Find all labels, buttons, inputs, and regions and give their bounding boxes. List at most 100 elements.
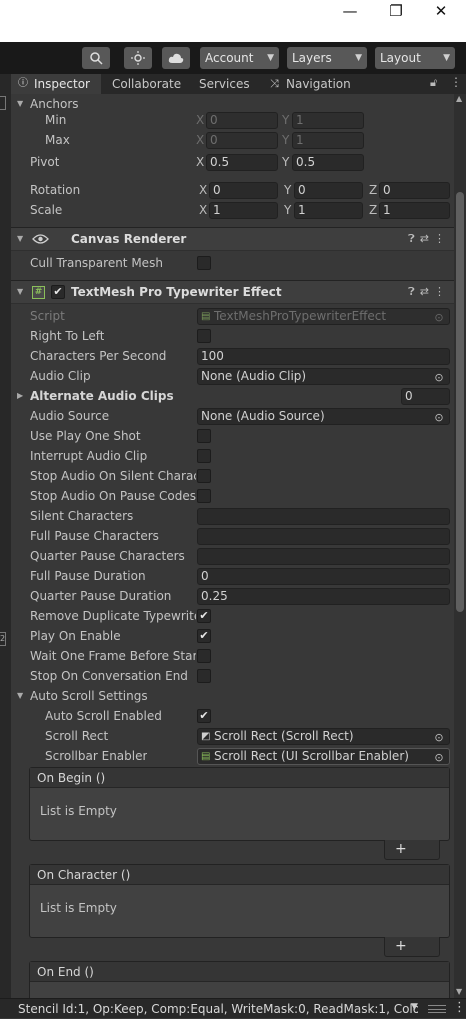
search-icon[interactable] [82,47,110,69]
scale-x-field[interactable]: 1 [209,202,278,219]
scroll-rect-field[interactable]: ◩ Scroll Rect (Scroll Rect) ⊙ [197,728,450,745]
audio-clip-label: Audio Clip [30,369,91,383]
alternate-audio-clips-label: Alternate Audio Clips [30,389,174,403]
scrollbar-thumb[interactable] [456,192,464,612]
anchor-min-x-field[interactable]: 0 [206,112,278,129]
help-icon[interactable]: ❓︎ [408,232,420,245]
cull-transparent-mesh-checkbox[interactable] [197,256,211,270]
presets-icon[interactable]: ⇄ [420,232,434,245]
stop-audio-silent-checkbox[interactable] [197,469,211,483]
wait-one-frame-checkbox[interactable] [197,649,211,663]
alternate-audio-clips-row[interactable]: ▶ Alternate Audio Clips 0 [11,386,454,406]
on-end-event: On End () [29,961,450,998]
cloud-icon[interactable] [162,47,190,69]
drag-handle-icon[interactable] [428,1005,446,1013]
quarter-pause-duration-field[interactable]: 0.25 [197,588,450,605]
right-to-left-row: Right To Left [11,326,454,346]
tab-inspector[interactable]: ⓘ Inspector [11,74,101,94]
play-on-enable-checkbox[interactable]: ✔ [197,629,211,643]
chevron-down-icon[interactable]: ▼ [411,1002,418,1012]
help-icon[interactable]: ❓︎ [408,285,420,298]
right-to-left-checkbox[interactable] [197,329,211,343]
scrollbar-enabler-field[interactable]: ▤ Scroll Rect (UI Scrollbar Enabler) ⊙ [197,748,450,765]
component-enabled-checkbox[interactable]: ✔ [51,285,65,299]
scale-row: Scale X 1 Y 1 Z 1 [11,200,454,220]
scroll-rect-label: Scroll Rect [45,729,109,743]
anchor-max-x-field[interactable]: 0 [206,132,278,149]
scale-z-field[interactable]: 1 [379,202,450,219]
add-button[interactable]: + [395,938,421,954]
anchor-min-y-field[interactable]: 1 [292,112,364,129]
anchor-max-y-field[interactable]: 1 [292,132,364,149]
stop-audio-pause-checkbox[interactable] [197,489,211,503]
scroll-up-icon[interactable]: ▲ [456,94,462,103]
scroll-rect-icon: ◩ [201,731,211,742]
object-picker-icon: ⊙ [434,311,444,324]
object-picker-icon[interactable]: ⊙ [431,750,447,764]
more-menu-icon[interactable]: ⋮ [450,75,462,89]
tab-collaborate[interactable]: Collaborate [112,74,192,94]
remove-duplicate-checkbox[interactable]: ✔ [197,609,211,623]
rotation-label: Rotation [30,183,81,197]
foldout-closed-icon[interactable]: ▶ [17,386,23,406]
interrupt-audio-clip-checkbox[interactable] [197,449,211,463]
stop-audio-silent-label: Stop Audio On Silent Characters [30,469,196,483]
context-menu-icon[interactable]: ⋮ [434,232,450,245]
scale-y-field[interactable]: 1 [294,202,363,219]
full-pause-characters-field[interactable] [197,528,450,545]
foldout-open-icon[interactable]: ▼ [17,686,23,706]
anchor-max-row: Max X 0 Y 1 [11,130,454,150]
stop-on-conversation-end-checkbox[interactable] [197,669,211,683]
use-play-one-shot-checkbox[interactable] [197,429,211,443]
object-picker-icon[interactable]: ⊙ [431,370,447,384]
audio-clip-value: None (Audio Clip) [201,369,307,383]
layout-dropdown[interactable]: Layout ▼ [375,47,455,69]
status-bar: Stencil Id:1, Op:Keep, Comp:Equal, Write… [0,998,466,1018]
characters-per-second-field[interactable]: 100 [197,348,450,365]
add-button[interactable]: + [395,841,421,857]
on-begin-title: On Begin () [30,768,449,788]
audio-source-field[interactable]: None (Audio Source) ⊙ [197,408,450,425]
auto-scroll-settings-row[interactable]: ▼ Auto Scroll Settings [11,686,454,706]
rotation-y-field[interactable]: 0 [294,182,363,199]
audio-clip-field[interactable]: None (Audio Clip) ⊙ [197,368,450,385]
foldout-open-icon[interactable]: ▼ [17,228,23,250]
full-pause-duration-field[interactable]: 0 [197,568,450,585]
restore-button[interactable]: ❐ [381,3,411,19]
quarter-pause-duration-row: Quarter Pause Duration 0.25 [11,586,454,606]
axis-x-label: X [199,183,208,197]
typewriter-effect-header[interactable]: ▼ # ✔ TextMesh Pro Typewriter Effect ❓︎⇄… [11,280,454,304]
cull-transparent-mesh-label: Cull Transparent Mesh [30,256,163,270]
minimize-button[interactable]: — [335,3,365,19]
silent-characters-field[interactable] [197,508,450,525]
lighting-icon[interactable] [124,47,152,69]
pivot-x-field[interactable]: 0.5 [206,154,278,171]
account-dropdown[interactable]: Account ▼ [200,47,279,69]
rotation-x-field[interactable]: 0 [209,182,278,199]
canvas-renderer-header[interactable]: ▼ Canvas Renderer ❓︎⇄⋮ [11,227,454,251]
object-picker-icon[interactable]: ⊙ [431,730,447,744]
axis-y-label: Y [282,133,290,147]
auto-scroll-enabled-row: Auto Scroll Enabled ✔ [11,706,454,726]
alternate-audio-clips-count[interactable]: 0 [401,388,450,405]
foldout-open-icon[interactable]: ▼ [17,281,23,303]
tab-navigation[interactable]: ⤨ Navigation [270,74,360,94]
script-value: TextMeshProTypewriterEffect [214,309,387,323]
close-button[interactable]: ✕ [426,3,456,19]
max-label: Max [45,133,70,147]
presets-icon[interactable]: ⇄ [420,285,434,298]
auto-scroll-enabled-checkbox[interactable]: ✔ [197,709,211,723]
tab-services[interactable]: Services [199,74,259,94]
axis-z-label: Z [369,203,378,217]
layers-dropdown[interactable]: Layers ▼ [287,47,367,69]
lock-icon[interactable]: 🔓︎ [430,76,437,90]
pivot-y-field[interactable]: 0.5 [292,154,364,171]
scroll-down-icon[interactable]: ▼ [456,987,462,996]
context-menu-icon[interactable]: ⋮ [434,285,450,298]
on-character-event: On Character () List is Empty [29,864,450,938]
quarter-pause-characters-field[interactable] [197,548,450,565]
rotation-z-field[interactable]: 0 [379,182,450,199]
more-menu-icon[interactable]: ⋮ [453,1000,466,1015]
object-picker-icon[interactable]: ⊙ [431,410,447,424]
layers-label: Layers [292,51,332,65]
